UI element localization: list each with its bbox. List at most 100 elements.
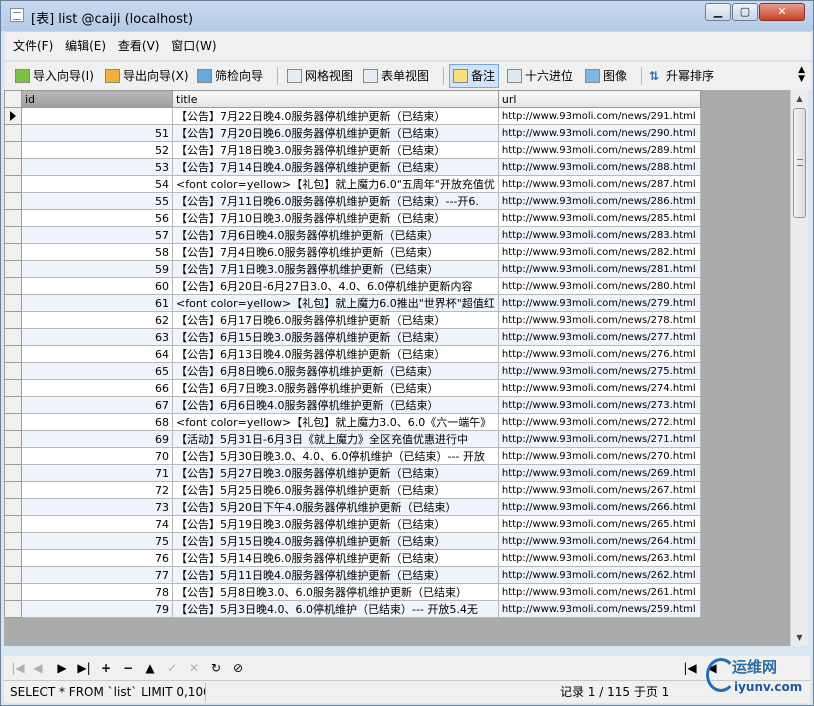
cell-url[interactable]: http://www.93moli.com/news/264.html — [497, 532, 701, 550]
cell-url[interactable]: http://www.93moli.com/news/263.html — [497, 549, 701, 567]
table-row[interactable]: 75 【公告】5月15日晚4.0服务器停机维护更新（已结束） http://www.… — [4, 532, 701, 550]
cell-url[interactable]: http://www.93moli.com/news/286.html — [497, 192, 701, 210]
table-row[interactable]: 62 【公告】6月17日晚6.0服务器停机维护更新（已结束） http://www.… — [4, 311, 701, 329]
row-indicator[interactable] — [4, 379, 22, 397]
cell-id[interactable]: 61 — [21, 294, 173, 312]
cell-id[interactable]: 56 — [21, 209, 173, 227]
row-indicator[interactable] — [4, 260, 22, 278]
cell-url[interactable]: http://www.93moli.com/news/266.html — [497, 498, 701, 516]
cell-url[interactable]: http://www.93moli.com/news/262.html — [497, 566, 701, 584]
cell-url[interactable]: http://www.93moli.com/news/289.html — [497, 141, 701, 159]
cell-title[interactable]: 【公告】6月8日晚6.0服务器停机维护更新（已结束） — [172, 362, 499, 380]
table-row[interactable]: 76 【公告】5月14日晚6.0服务器停机维护更新（已结束） http://www.… — [4, 549, 701, 567]
cell-url[interactable]: http://www.93moli.com/news/291.html — [497, 107, 701, 125]
export-wizard-button[interactable]: 导出向导(X) — [105, 65, 189, 87]
table-row[interactable]: 53 【公告】7月14日晚4.0服务器停机维护更新（已结束） http://www.… — [4, 158, 701, 176]
cell-title[interactable]: 【公告】7月10日晚3.0服务器停机维护更新（已结束） — [172, 209, 499, 227]
row-indicator[interactable] — [4, 413, 22, 431]
cell-title[interactable]: 【公告】7月4日晚6.0服务器停机维护更新（已结束） — [172, 243, 499, 261]
cell-url[interactable]: http://www.93moli.com/news/259.html — [497, 600, 701, 618]
table-row[interactable]: 60 【公告】6月20日-6月27日3.0、4.0、6.0停机维护更新内容 http… — [4, 277, 701, 295]
import-wizard-button[interactable]: 导入向导(I) — [15, 65, 94, 87]
cell-title[interactable]: 【公告】6月20日-6月27日3.0、4.0、6.0停机维护更新内容 — [172, 277, 499, 295]
cell-id[interactable]: 76 — [21, 549, 173, 567]
next-record-icon[interactable]: ▶ — [54, 659, 70, 677]
menu-edit[interactable]: 编辑(E) — [65, 32, 106, 60]
cell-title[interactable]: 【公告】6月7日晚3.0服务器停机维护更新（已结束） — [172, 379, 499, 397]
cell-url[interactable]: http://www.93moli.com/news/285.html — [497, 209, 701, 227]
cell-id[interactable]: 64 — [21, 345, 173, 363]
cell-id[interactable]: 70 — [21, 447, 173, 465]
column-header-url[interactable]: url — [497, 90, 701, 108]
prior-record-icon[interactable]: ◀ — [30, 659, 46, 677]
cell-id[interactable]: 68 — [21, 413, 173, 431]
cell-id[interactable]: 73 — [21, 498, 173, 516]
close-button[interactable]: ✕ — [759, 3, 805, 21]
table-row[interactable]: 72 【公告】5月25日晚6.0服务器停机维护更新（已结束） http://www.… — [4, 481, 701, 499]
cell-id[interactable]: 63 — [21, 328, 173, 346]
grid-view-button[interactable]: 网格视图 — [287, 65, 353, 87]
row-indicator[interactable] — [4, 481, 22, 499]
cell-id[interactable]: 79 — [21, 600, 173, 618]
table-row[interactable]: 71 【公告】5月27日晚3.0服务器停机维护更新（已结束） http://www.… — [4, 464, 701, 482]
row-indicator[interactable] — [4, 396, 22, 414]
cell-id[interactable]: 60 — [21, 277, 173, 295]
table-row[interactable]: 79 【公告】5月3日晚4.0、6.0停机维护（已结束）--- 开放5.4无 htt… — [4, 600, 701, 618]
row-indicator[interactable] — [4, 447, 22, 465]
table-row[interactable]: 70 【公告】5月30日晚3.0、4.0、6.0停机维护（已结束）--- 开放 ht… — [4, 447, 701, 465]
cell-title[interactable]: 【公告】5月3日晚4.0、6.0停机维护（已结束）--- 开放5.4无 — [172, 600, 499, 618]
hex-button[interactable]: 十六进位 — [507, 65, 573, 87]
column-header-id[interactable]: id — [21, 90, 173, 108]
table-row[interactable]: 56 【公告】7月10日晚3.0服务器停机维护更新（已结束） http://www.… — [4, 209, 701, 227]
first-record-icon[interactable]: |◀ — [10, 659, 26, 677]
table-row[interactable]: 54 <font color=yellow>【礼包】就上魔力6.0"五周年"开放充… — [4, 175, 701, 193]
table-row[interactable]: 66 【公告】6月7日晚3.0服务器停机维护更新（已结束） http://www.9… — [4, 379, 701, 397]
table-row[interactable]: 51 【公告】7月20日晚6.0服务器停机维护更新（已结束） http://www.… — [4, 124, 701, 142]
cell-id[interactable]: 58 — [21, 243, 173, 261]
menu-view[interactable]: 查看(V) — [118, 32, 160, 60]
table-row[interactable]: 58 【公告】7月4日晚6.0服务器停机维护更新（已结束） http://www.9… — [4, 243, 701, 261]
sort-ascending-button[interactable]: ⇅ 升幂排序 — [649, 65, 714, 87]
image-button[interactable]: 图像 — [585, 65, 627, 87]
cell-title[interactable]: <font color=yellow>【礼包】就上魔力3.0、6.0《六一端午》 — [172, 413, 499, 431]
form-view-button[interactable]: 表单视图 — [363, 65, 429, 87]
cell-title[interactable]: 【公告】5月30日晚3.0、4.0、6.0停机维护（已结束）--- 开放 — [172, 447, 499, 465]
cell-url[interactable]: http://www.93moli.com/news/270.html — [497, 447, 701, 465]
table-row[interactable]: 61 <font color=yellow>【礼包】就上魔力6.0推出"世界杯"超… — [4, 294, 701, 312]
title-bar[interactable]: [表] list @caiji (localhost) ▁ ▢ ✕ — [1, 1, 813, 31]
row-indicator[interactable] — [4, 430, 22, 448]
row-indicator[interactable] — [4, 158, 22, 176]
row-indicator[interactable] — [4, 124, 22, 142]
cell-title[interactable]: 【公告】6月13日晚4.0服务器停机维护更新（已结束） — [172, 345, 499, 363]
delete-record-icon[interactable]: − — [120, 659, 136, 677]
cell-id[interactable]: 51 — [21, 124, 173, 142]
row-indicator[interactable] — [4, 141, 22, 159]
table-row[interactable]: 73 【公告】5月20日下午4.0服务器停机维护更新（已结束） http://www… — [4, 498, 701, 516]
cell-title[interactable]: 【活动】5月31日-6月3日《就上魔力》全区充值优惠进行中 — [172, 430, 499, 448]
cell-url[interactable]: http://www.93moli.com/news/273.html — [497, 396, 701, 414]
table-row[interactable]: 67 【公告】6月6日晚4.0服务器停机维护更新（已结束） http://www.9… — [4, 396, 701, 414]
cell-title[interactable]: 【公告】6月17日晚6.0服务器停机维护更新（已结束） — [172, 311, 499, 329]
cell-url[interactable]: http://www.93moli.com/news/274.html — [497, 379, 701, 397]
table-row[interactable]: 69 【活动】5月31日-6月3日《就上魔力》全区充值优惠进行中 http://ww… — [4, 430, 701, 448]
cell-title[interactable]: 【公告】5月20日下午4.0服务器停机维护更新（已结束） — [172, 498, 499, 516]
cell-id[interactable]: 71 — [21, 464, 173, 482]
cell-title[interactable]: 【公告】7月14日晚4.0服务器停机维护更新（已结束） — [172, 158, 499, 176]
cell-title[interactable]: 【公告】7月22日晚4.0服务器停机维护更新（已结束） — [172, 107, 499, 125]
cell-title[interactable]: 【公告】7月18日晚3.0服务器停机维护更新（已结束） — [172, 141, 499, 159]
current-row-indicator[interactable] — [4, 107, 22, 125]
cell-url[interactable]: http://www.93moli.com/news/279.html — [497, 294, 701, 312]
cell-url[interactable]: http://www.93moli.com/news/287.html — [497, 175, 701, 193]
row-indicator[interactable] — [4, 277, 22, 295]
cell-id[interactable]: 59 — [21, 260, 173, 278]
scrollbar-thumb[interactable] — [793, 108, 806, 218]
cell-title[interactable]: 【公告】5月14日晚6.0服务器停机维护更新（已结束） — [172, 549, 499, 567]
cell-url[interactable]: http://www.93moli.com/news/265.html — [497, 515, 701, 533]
cell-url[interactable]: http://www.93moli.com/news/278.html — [497, 311, 701, 329]
cell-id[interactable]: 69 — [21, 430, 173, 448]
cell-id[interactable]: 74 — [21, 515, 173, 533]
stop-icon[interactable]: ⊘ — [230, 659, 246, 677]
table-row[interactable]: 52 【公告】7月18日晚3.0服务器停机维护更新（已结束） http://www.… — [4, 141, 701, 159]
row-indicator[interactable] — [4, 498, 22, 516]
table-row[interactable]: 57 【公告】7月6日晚4.0服务器停机维护更新（已结束） http://www.9… — [4, 226, 701, 244]
